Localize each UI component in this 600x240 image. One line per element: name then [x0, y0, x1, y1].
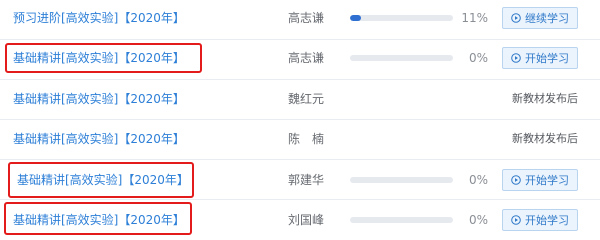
start-study-button[interactable]: 开始学习 — [502, 209, 578, 231]
button-label: 开始学习 — [525, 174, 569, 187]
progress-bar — [350, 217, 453, 223]
course-title-link[interactable]: 预习进阶[高效实验]【2020年】 — [13, 10, 185, 26]
course-row: 基础精讲[高效实验]【2020年】 陈 楠 新教材发布后 — [0, 120, 600, 160]
button-label: 开始学习 — [525, 52, 569, 65]
release-status: 新教材发布后 — [512, 92, 578, 105]
progress-bar — [350, 15, 453, 21]
teacher-name: 刘国峰 — [288, 213, 325, 227]
play-circle-icon — [511, 175, 521, 185]
course-row: 基础精讲[高效实验]【2020年】 魏红元 新教材发布后 — [0, 80, 600, 120]
course-title-link[interactable]: 基础精讲[高效实验]【2020年】 — [13, 131, 185, 147]
play-circle-icon — [511, 13, 521, 23]
start-study-button[interactable]: 开始学习 — [502, 169, 578, 191]
progress-fill — [350, 15, 362, 21]
progress-bar — [350, 55, 453, 61]
teacher-name: 高志谦 — [288, 11, 325, 25]
course-title-link[interactable]: 基础精讲[高效实验]【2020年】 — [13, 91, 185, 107]
progress-bar — [350, 177, 453, 183]
teacher-name: 陈 楠 — [288, 132, 325, 146]
button-label: 继续学习 — [525, 12, 569, 25]
teacher-name: 高志谦 — [288, 51, 325, 65]
release-status: 新教材发布后 — [512, 132, 578, 145]
continue-study-button[interactable]: 继续学习 — [502, 7, 578, 29]
highlight-box — [8, 162, 194, 198]
play-circle-icon — [511, 215, 521, 225]
highlight-box — [4, 202, 192, 235]
teacher-name: 魏红元 — [288, 92, 325, 106]
play-circle-icon — [511, 53, 521, 63]
start-study-button[interactable]: 开始学习 — [502, 47, 578, 69]
progress-percent: 11% — [461, 11, 488, 25]
course-row: 预习进阶[高效实验]【2020年】 高志谦 11% 继续学习 — [0, 0, 600, 40]
progress-percent: 0% — [468, 213, 488, 227]
highlight-box — [5, 43, 202, 73]
teacher-name: 郭建华 — [288, 173, 325, 187]
progress-percent: 0% — [468, 173, 488, 187]
button-label: 开始学习 — [525, 214, 569, 227]
progress-percent: 0% — [468, 51, 488, 65]
